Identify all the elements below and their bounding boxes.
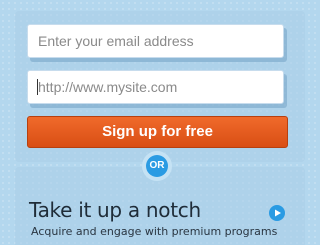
premium-subtitle: Acquire and engage with premium programs — [31, 225, 278, 238]
email-input[interactable] — [27, 24, 284, 58]
signup-button[interactable]: Sign up for free — [27, 116, 288, 148]
play-icon[interactable] — [269, 205, 285, 221]
text-cursor — [37, 79, 38, 95]
website-input[interactable] — [27, 70, 284, 104]
premium-heading: Take it up a notch — [29, 198, 201, 222]
or-divider-badge: OR — [146, 155, 168, 177]
